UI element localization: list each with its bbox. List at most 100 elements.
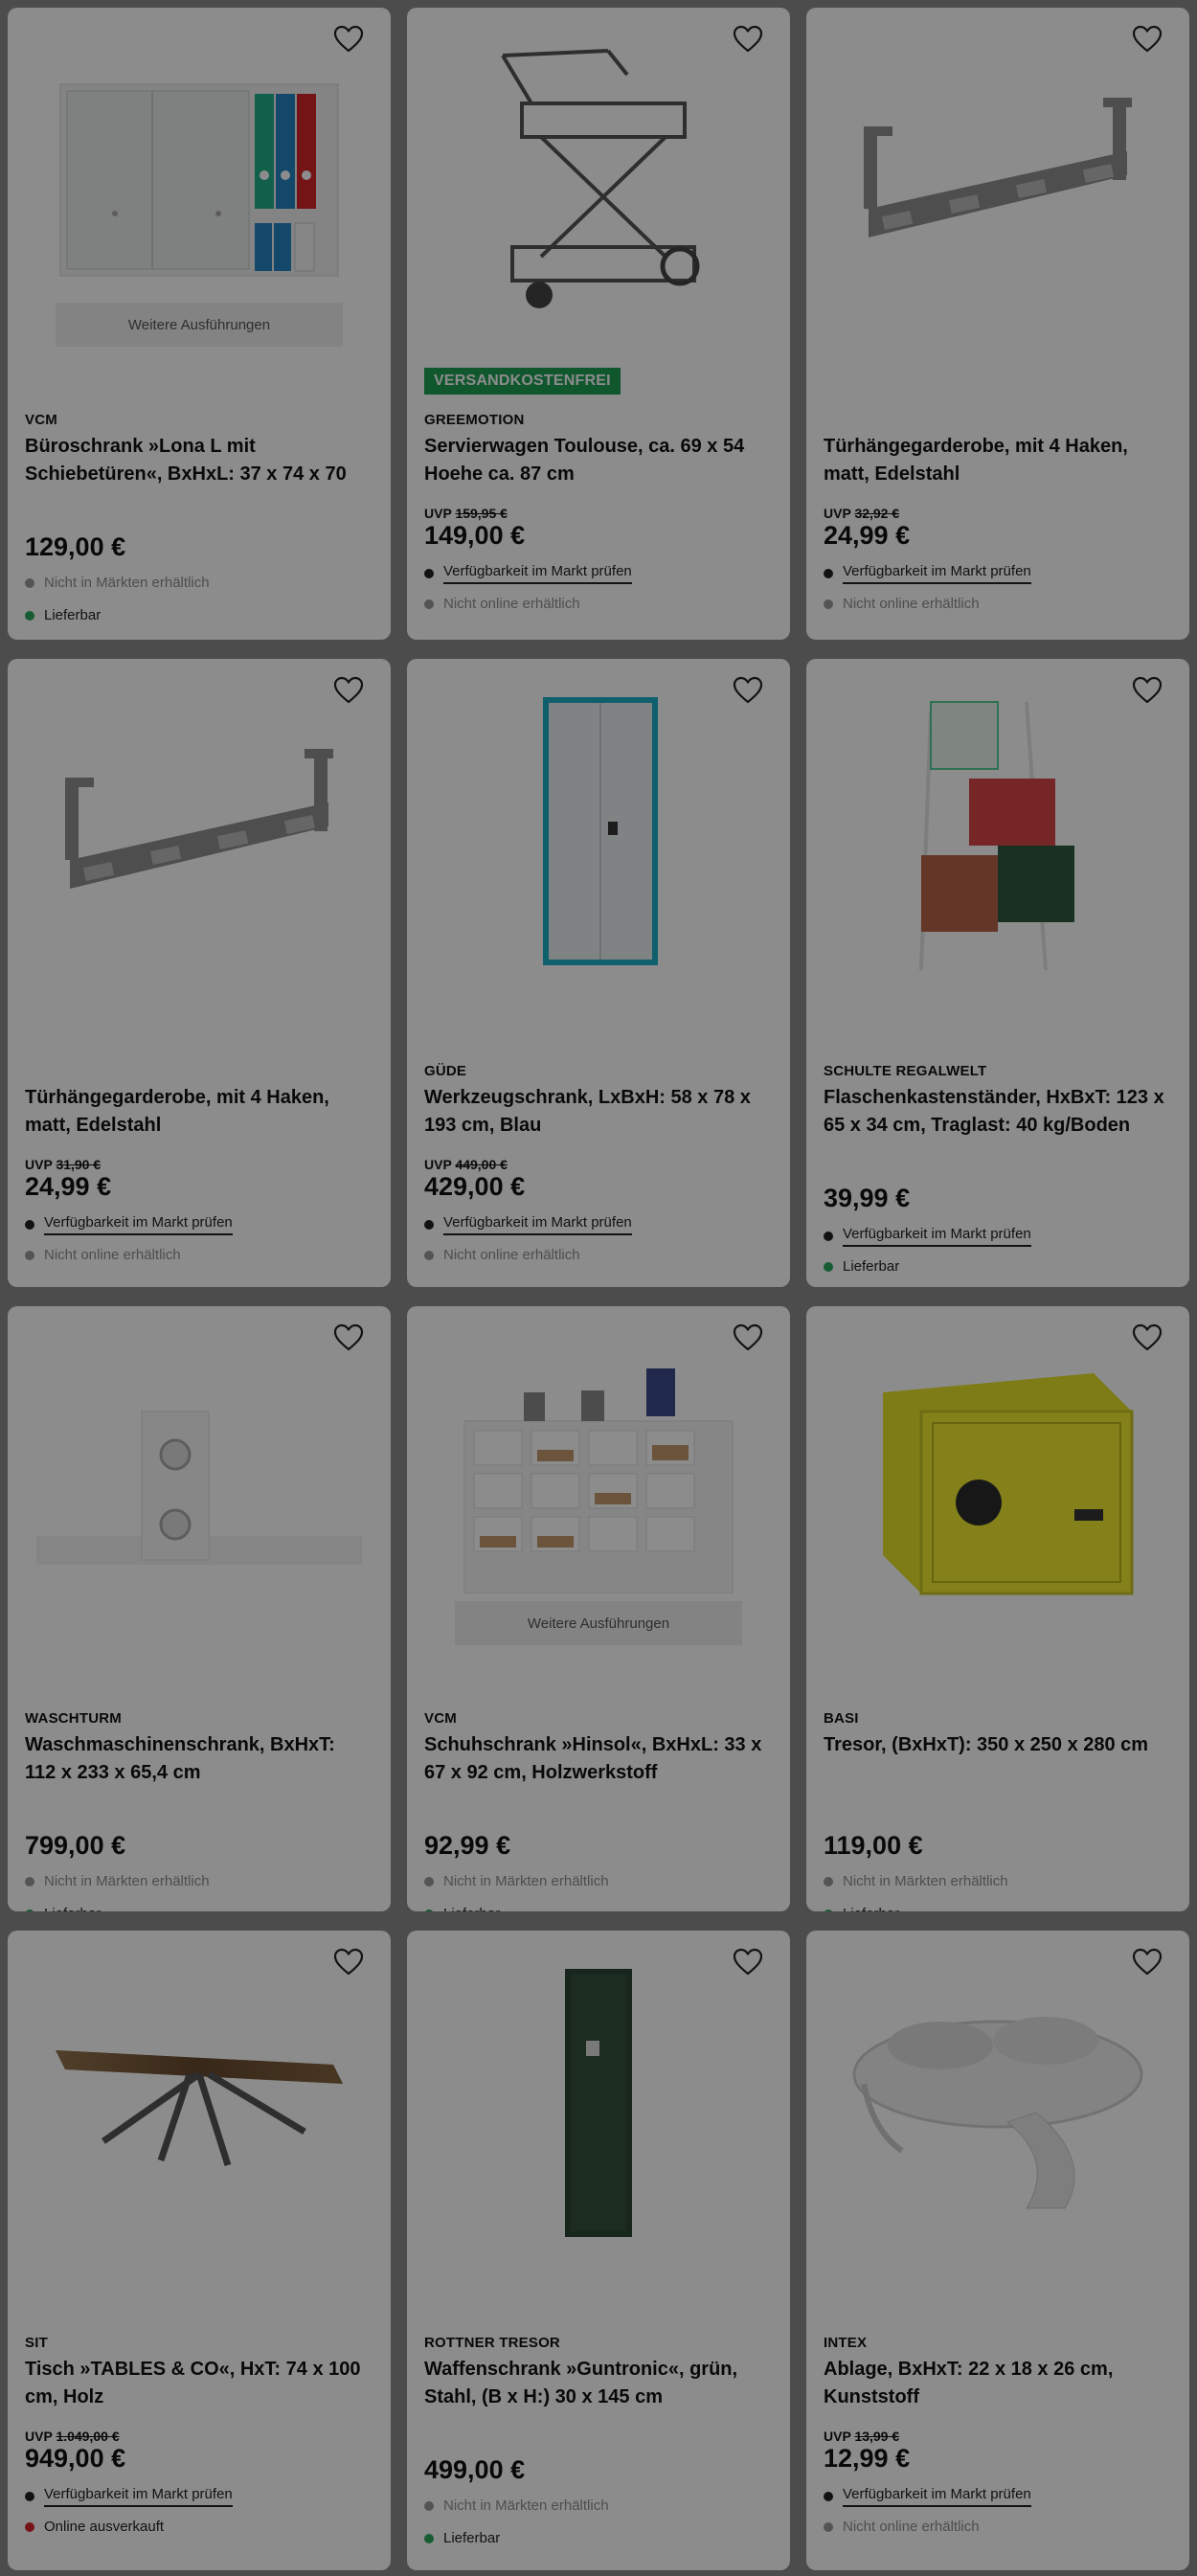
product-card[interactable]: GÜDE Werkzeugschrank, LxBxH: 58 x 78 x 19… bbox=[407, 659, 790, 1287]
check-store-availability-link[interactable]: Verfügbarkeit im Markt prüfen bbox=[824, 1226, 1031, 1247]
product-card[interactable]: Weitere Ausführungen VCM Büroschrank »Lona… bbox=[8, 8, 391, 640]
product-title-link[interactable]: Türhängegarderobe, mit 4 Haken, matt, Ed… bbox=[25, 1084, 368, 1140]
gun-cabinet-image[interactable] bbox=[407, 1931, 790, 2275]
product-price: 24,99 € bbox=[25, 1172, 112, 1201]
uvp-price: UVP 13,99 € bbox=[824, 2429, 899, 2444]
safe-image[interactable] bbox=[806, 1306, 1189, 1651]
wishlist-heart-icon[interactable] bbox=[333, 25, 364, 54]
product-price: 149,00 € bbox=[424, 521, 526, 550]
product-card[interactable]: Weitere Ausführungen VCM Schuhschrank »Hin… bbox=[407, 1306, 790, 1911]
check-store-availability-link[interactable]: Verfügbarkeit im Markt prüfen bbox=[25, 1214, 233, 1235]
wishlist-heart-icon[interactable] bbox=[333, 676, 364, 705]
product-card[interactable]: WASCHTURM Waschmaschinenschrank, BxHxT: 1… bbox=[8, 1306, 391, 1911]
product-price: 429,00 € bbox=[424, 1172, 526, 1201]
product-price: 12,99 € bbox=[824, 2444, 911, 2473]
wishlist-heart-icon[interactable] bbox=[1132, 25, 1163, 54]
product-title-link[interactable]: Ablage, BxHxT: 22 x 18 x 26 cm, Kunststo… bbox=[824, 2356, 1166, 2411]
product-title-link[interactable]: Waffenschrank »Guntronic«, grün, Stahl, … bbox=[424, 2356, 767, 2411]
availability-status: Nicht online erhältlich bbox=[25, 1247, 181, 1263]
tool-cabinet-image[interactable] bbox=[407, 659, 790, 1004]
status-text[interactable]: Verfügbarkeit im Markt prüfen bbox=[443, 1214, 632, 1235]
product-title-link[interactable]: Servierwagen Toulouse, ca. 69 x 54 Hoehe… bbox=[424, 433, 767, 488]
product-title-link[interactable]: Türhängegarderobe, mit 4 Haken, matt, Ed… bbox=[824, 433, 1166, 488]
product-title-link[interactable]: Waschmaschinenschrank, BxHxT: 112 x 233 … bbox=[25, 1731, 368, 1787]
uvp-value: 31,90 € bbox=[56, 1157, 102, 1172]
uvp-label: UVP bbox=[25, 1157, 53, 1172]
status-text[interactable]: Verfügbarkeit im Markt prüfen bbox=[44, 2486, 233, 2507]
status-dot-icon bbox=[424, 1220, 434, 1230]
office-cabinet-image[interactable] bbox=[8, 8, 391, 352]
status-dot-icon bbox=[824, 569, 833, 578]
uvp-value: 1.049,00 € bbox=[56, 2429, 120, 2444]
availability-status: Nicht in Märkten erhältlich bbox=[824, 1873, 1008, 1889]
status-text[interactable]: Verfügbarkeit im Markt prüfen bbox=[843, 2486, 1031, 2507]
wishlist-heart-icon[interactable] bbox=[733, 1948, 763, 1977]
check-store-availability-link[interactable]: Verfügbarkeit im Markt prüfen bbox=[424, 563, 632, 584]
status-dot-icon bbox=[824, 1909, 833, 1911]
product-card[interactable]: BASI Tresor, (BxHxT): 350 x 250 x 280 cm 1… bbox=[806, 1306, 1189, 1911]
product-card[interactable]: ROTTNER TRESOR Waffenschrank »Guntronic«,… bbox=[407, 1931, 790, 2570]
product-brand: GÜDE bbox=[424, 1063, 467, 1079]
availability-status: Lieferbar bbox=[25, 1906, 101, 1911]
check-store-availability-link[interactable]: Verfügbarkeit im Markt prüfen bbox=[424, 1214, 632, 1235]
wishlist-heart-icon[interactable] bbox=[733, 1323, 763, 1352]
status-text[interactable]: Verfügbarkeit im Markt prüfen bbox=[843, 563, 1031, 584]
availability-status: Nicht online erhältlich bbox=[424, 1247, 580, 1263]
status-text: Online ausverkauft bbox=[44, 2519, 165, 2535]
availability-status: Nicht online erhältlich bbox=[824, 2519, 980, 2535]
product-brand: SCHULTE REGALWELT bbox=[824, 1063, 987, 1079]
availability-status: Lieferbar bbox=[25, 607, 101, 623]
status-dot-icon bbox=[25, 1220, 34, 1230]
product-card[interactable]: Türhängegarderobe, mit 4 Haken, matt, Ed… bbox=[806, 8, 1189, 640]
wishlist-heart-icon[interactable] bbox=[1132, 1948, 1163, 1977]
product-card[interactable]: SCHULTE REGALWELT Flaschenkastenständer, … bbox=[806, 659, 1189, 1287]
status-dot-icon bbox=[424, 569, 434, 578]
more-variants-label[interactable]: Weitere Ausführungen bbox=[56, 303, 343, 347]
shoe-cabinet-image[interactable] bbox=[407, 1306, 790, 1651]
wishlist-heart-icon[interactable] bbox=[333, 1948, 364, 1977]
product-card[interactable]: Türhängegarderobe, mit 4 Haken, matt, Ed… bbox=[8, 659, 391, 1287]
product-title-link[interactable]: Tresor, (BxHxT): 350 x 250 x 280 cm bbox=[824, 1731, 1166, 1787]
availability-status: Nicht in Märkten erhältlich bbox=[25, 1873, 210, 1889]
wishlist-heart-icon[interactable] bbox=[733, 25, 763, 54]
product-card[interactable]: INTEX Ablage, BxHxT: 22 x 18 x 26 cm, Kun… bbox=[806, 1931, 1189, 2570]
product-brand: ROTTNER TRESOR bbox=[424, 2335, 560, 2351]
product-price: 499,00 € bbox=[424, 2455, 526, 2484]
status-text[interactable]: Verfügbarkeit im Markt prüfen bbox=[443, 563, 632, 584]
availability-status: Lieferbar bbox=[824, 1258, 899, 1275]
check-store-availability-link[interactable]: Verfügbarkeit im Markt prüfen bbox=[824, 2486, 1031, 2507]
check-store-availability-link[interactable]: Verfügbarkeit im Markt prüfen bbox=[25, 2486, 233, 2507]
more-variants-label[interactable]: Weitere Ausführungen bbox=[455, 1601, 742, 1645]
product-title-link[interactable]: Tisch »TABLES & CO«, HxT: 74 x 100 cm, H… bbox=[25, 2356, 368, 2411]
wishlist-heart-icon[interactable] bbox=[733, 676, 763, 705]
product-card[interactable]: SIT Tisch »TABLES & CO«, HxT: 74 x 100 cm… bbox=[8, 1931, 391, 2570]
serving-cart-image[interactable] bbox=[407, 8, 790, 352]
table-image[interactable] bbox=[8, 1931, 391, 2275]
free-shipping-badge: VERSANDKOSTENFREI bbox=[424, 368, 621, 395]
pool-tray-image[interactable] bbox=[806, 1931, 1189, 2275]
product-title-link[interactable]: Werkzeugschrank, LxBxH: 58 x 78 x 193 cm… bbox=[424, 1084, 767, 1140]
status-dot-icon bbox=[424, 1876, 434, 1887]
status-dot-icon bbox=[824, 599, 833, 609]
product-card[interactable]: VERSANDKOSTENFREI GREEMOTION Servierwagen … bbox=[407, 8, 790, 640]
status-text: Nicht online erhältlich bbox=[843, 596, 980, 612]
wishlist-heart-icon[interactable] bbox=[333, 1323, 364, 1352]
crate-stand-image[interactable] bbox=[806, 659, 1189, 1004]
product-title-link[interactable]: Büroschrank »Lona L mit Schiebetüren«, B… bbox=[25, 433, 368, 488]
product-brand: WASCHTURM bbox=[25, 1710, 122, 1727]
uvp-label: UVP bbox=[824, 506, 851, 521]
status-text: Nicht online erhältlich bbox=[443, 596, 580, 612]
check-store-availability-link[interactable]: Verfügbarkeit im Markt prüfen bbox=[824, 563, 1031, 584]
door-hook-rack-image[interactable] bbox=[8, 659, 391, 1004]
status-dot-icon bbox=[824, 2521, 833, 2532]
washer-cabinet-image[interactable] bbox=[8, 1306, 391, 1651]
status-dot-icon bbox=[424, 599, 434, 609]
door-hook-rack-image[interactable] bbox=[806, 8, 1189, 352]
wishlist-heart-icon[interactable] bbox=[1132, 676, 1163, 705]
wishlist-heart-icon[interactable] bbox=[1132, 1323, 1163, 1352]
product-title-link[interactable]: Flaschenkastenständer, HxBxT: 123 x 65 x… bbox=[824, 1084, 1166, 1140]
status-text[interactable]: Verfügbarkeit im Markt prüfen bbox=[843, 1226, 1031, 1247]
status-dot-icon bbox=[25, 1909, 34, 1911]
status-text[interactable]: Verfügbarkeit im Markt prüfen bbox=[44, 1214, 233, 1235]
product-title-link[interactable]: Schuhschrank »Hinsol«, BxHxL: 33 x 67 x … bbox=[424, 1731, 767, 1787]
